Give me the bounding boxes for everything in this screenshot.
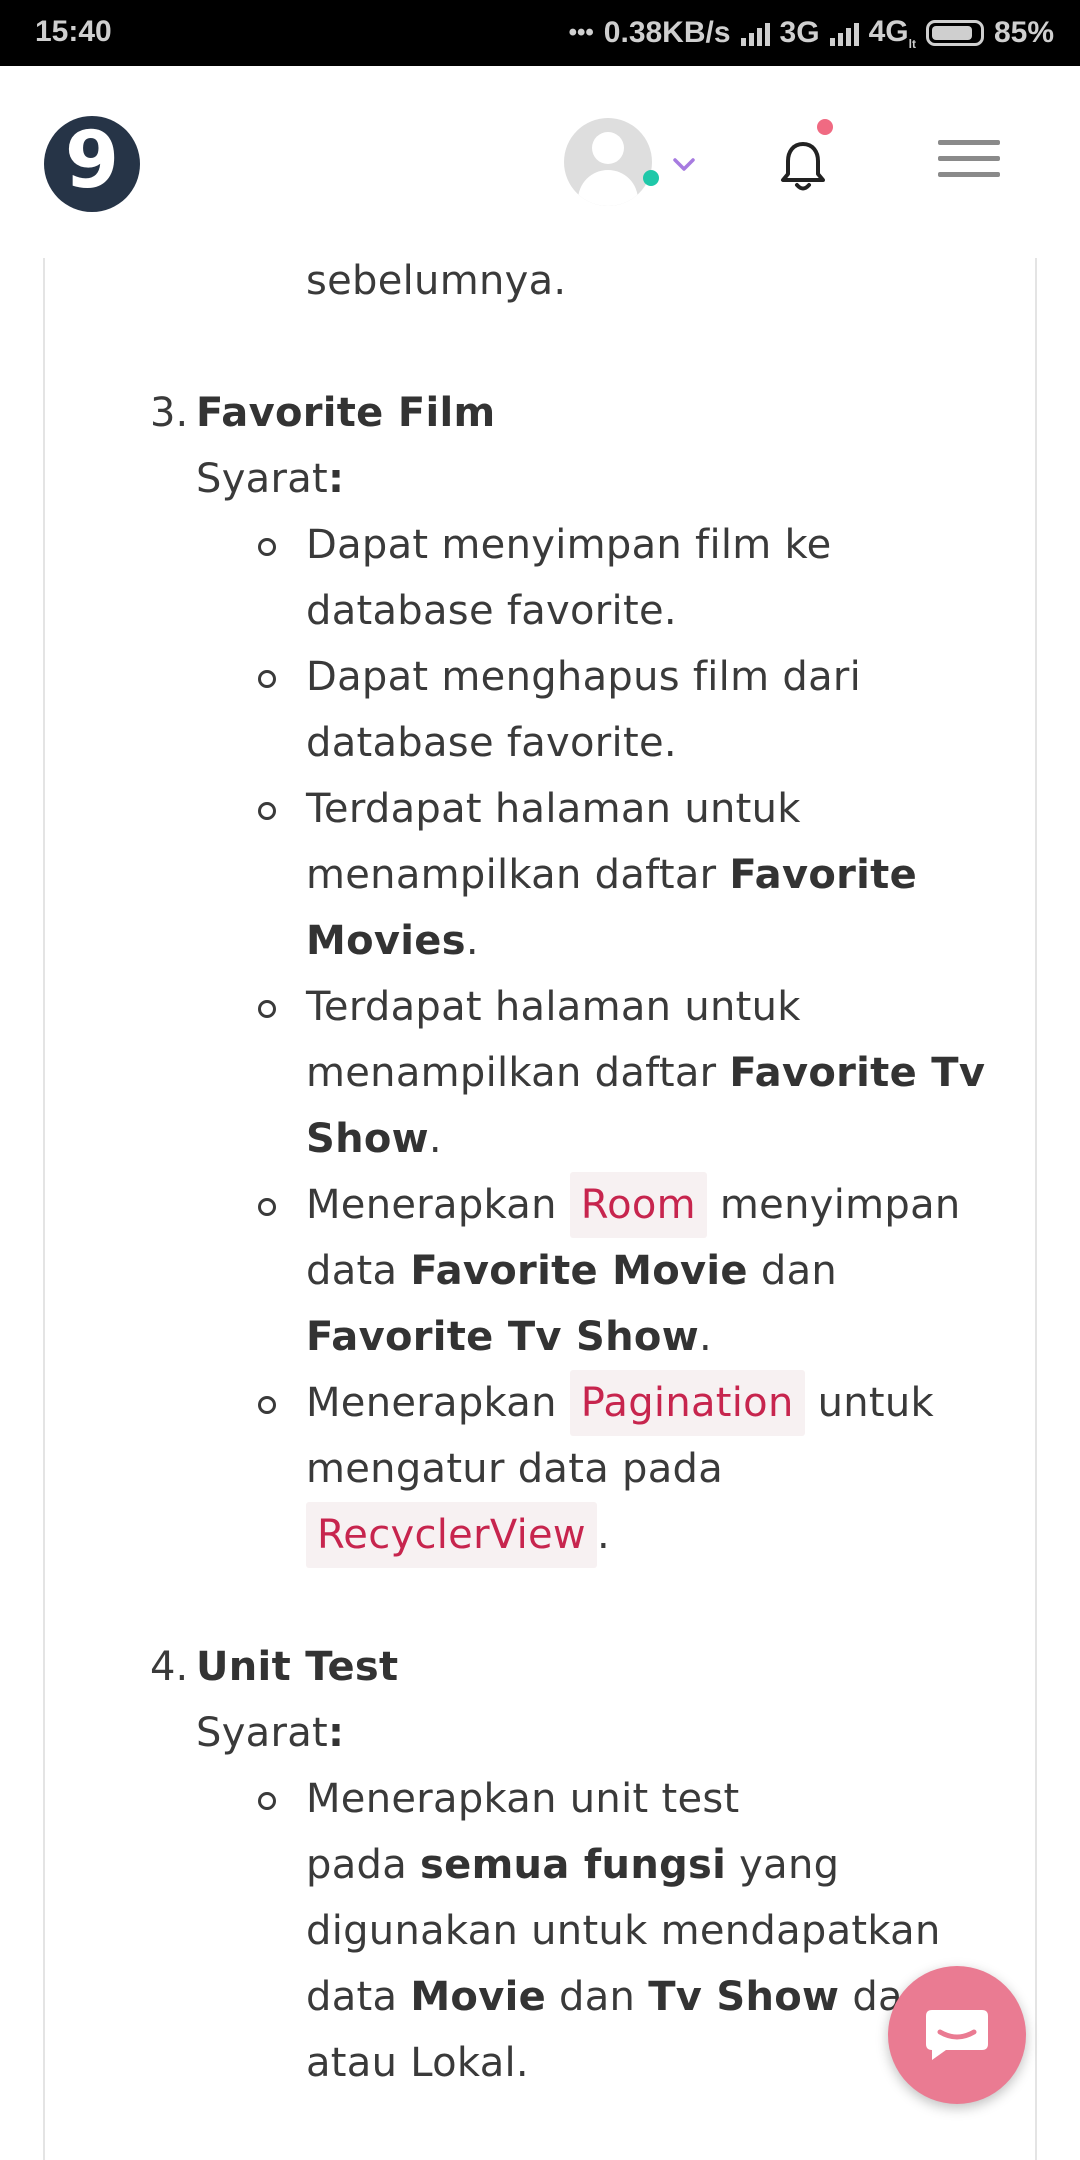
bullet-icon [258, 670, 276, 688]
notification-dot [817, 119, 833, 135]
list-item-text: RecyclerView. [306, 1502, 610, 1568]
network-type-2-sub: lt [908, 37, 916, 51]
list-item-text: database favorite. [306, 720, 677, 766]
chat-icon [926, 2010, 988, 2060]
network-type-1: 3G [779, 16, 820, 49]
list-item-text: menampilkan daftar Favorite Tv [306, 1050, 986, 1096]
list-item-text: Dapat menghapus film dari [306, 654, 862, 700]
list-item-text: atau Lokal. [306, 2040, 529, 2086]
list-item-text: digunakan untuk mendapatkan [306, 1908, 941, 1954]
list-item-text: Menerapkan unit test [306, 1776, 740, 1822]
list-item-text: menampilkan daftar Favorite [306, 852, 918, 898]
battery-icon [925, 20, 984, 46]
requirements-label: Syarat: [196, 1710, 345, 1756]
chevron-down-icon[interactable] [670, 150, 698, 178]
bullet-icon [258, 1198, 276, 1216]
list-item-text: Show. [306, 1116, 442, 1162]
bullet-icon [258, 1792, 276, 1810]
previous-text-tail: sebelumnya. [306, 258, 567, 304]
list-item-text: data Favorite Movie dan [306, 1248, 838, 1294]
network-speed: 0.38KB/s [603, 16, 731, 49]
list-item-text: Movies. [306, 918, 479, 964]
list-item-text: Menerapkan Room menyimpan [306, 1172, 961, 1238]
signal-icon-2 [829, 20, 859, 46]
chat-button[interactable] [888, 1966, 1026, 2104]
bullet-icon [258, 802, 276, 820]
online-status-dot [643, 170, 659, 186]
logo-icon[interactable]: 9 [44, 116, 140, 212]
list-item-text: Menerapkan Pagination untuk [306, 1370, 934, 1436]
list-number-3: 3. [150, 390, 189, 436]
list-item-text: pada semua fungsi yang [306, 1842, 840, 1888]
inline-code: RecyclerView [306, 1502, 597, 1568]
list-item-text: Dapat menyimpan film ke [306, 522, 832, 568]
list-item-text: mengatur data pada [306, 1446, 724, 1492]
bell-icon[interactable] [778, 138, 828, 196]
list-number-4: 4. [150, 1644, 189, 1690]
avatar-icon[interactable] [564, 118, 652, 206]
signal-icon [740, 20, 770, 46]
section-title: Unit Test [196, 1644, 399, 1690]
requirements-label: Syarat: [196, 456, 345, 502]
inline-code: Pagination [569, 1370, 805, 1436]
section-title: Favorite Film [196, 390, 496, 436]
status-bar: 15:40 ••• 0.38KB/s 3G 4Glt 85% [0, 0, 1080, 66]
inline-code: Room [569, 1172, 707, 1238]
status-dots: ••• [568, 19, 594, 46]
bullet-icon [258, 538, 276, 556]
bullet-icon [258, 1396, 276, 1414]
hamburger-menu-icon[interactable] [938, 140, 1000, 186]
list-item-text: Terdapat halaman untuk [306, 984, 801, 1030]
list-item-text: Favorite Tv Show. [306, 1314, 712, 1360]
bullet-icon [258, 1000, 276, 1018]
status-indicators: ••• 0.38KB/s 3G 4Glt 85% [569, 15, 1054, 51]
list-item-text: database favorite. [306, 588, 677, 634]
list-item-text: Terdapat halaman untuk [306, 786, 801, 832]
status-time: 15:40 [35, 15, 112, 48]
list-item-text: data Movie dan Tv Show dari [306, 1974, 931, 2020]
battery-level: 85% [993, 16, 1054, 49]
site-header: 9 [0, 66, 1080, 258]
network-type-2: 4Glt [868, 15, 916, 51]
